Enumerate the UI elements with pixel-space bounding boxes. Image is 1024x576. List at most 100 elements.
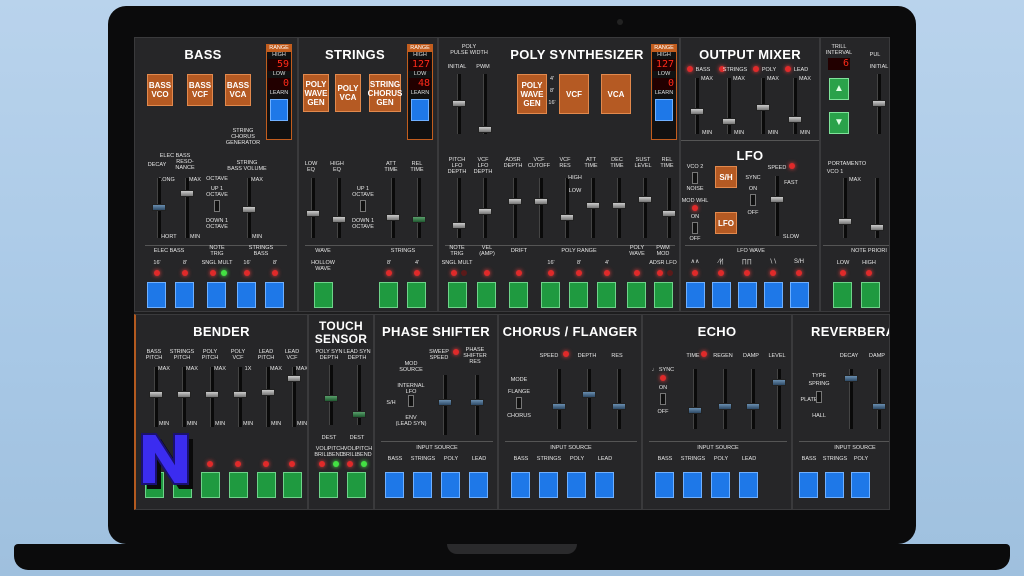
reverb-type-switch[interactable]: [816, 391, 822, 403]
lfo-speed-slider[interactable]: [770, 176, 784, 236]
poly-param-slider[interactable]: [478, 178, 492, 238]
reverb-input-pad[interactable]: [799, 472, 818, 498]
echo-sync-switch[interactable]: [660, 393, 666, 405]
phase-res-slider[interactable]: [470, 375, 484, 435]
lfo-wave-pad[interactable]: [764, 282, 783, 308]
slider-knob[interactable]: [324, 395, 338, 402]
portamento-slider[interactable]: [838, 178, 852, 238]
reverb-input-pad[interactable]: [825, 472, 844, 498]
slider-knob[interactable]: [746, 403, 760, 410]
chorus-input-pad[interactable]: [511, 472, 530, 498]
sweep-speed-slider[interactable]: [438, 375, 452, 435]
bender-pad[interactable]: [229, 472, 248, 498]
rel-time-slider[interactable]: [412, 178, 426, 238]
phase-input-pad[interactable]: [385, 472, 404, 498]
slider-knob[interactable]: [233, 391, 247, 398]
slider-knob[interactable]: [688, 407, 702, 414]
slider-knob[interactable]: [722, 118, 736, 125]
mixer-channel-slider[interactable]: [788, 78, 802, 134]
att-time-slider[interactable]: [386, 178, 400, 238]
slider-knob[interactable]: [306, 210, 320, 217]
slider-knob[interactable]: [287, 375, 301, 382]
poly-param-slider[interactable]: [452, 178, 466, 238]
poly-param-slider[interactable]: [638, 178, 652, 238]
trill-up-button[interactable]: ▲: [829, 78, 849, 100]
echo-time-slider[interactable]: [688, 369, 702, 429]
bender-slider[interactable]: [287, 367, 301, 427]
echo-input-pad[interactable]: [739, 472, 758, 498]
mixer-channel-slider[interactable]: [756, 78, 770, 134]
bass-16-pad[interactable]: [147, 282, 166, 308]
trill-down-button[interactable]: ▼: [829, 112, 849, 134]
poly-param-slider[interactable]: [508, 178, 522, 238]
poly-4-pad[interactable]: [597, 282, 616, 308]
initial-slider[interactable]: [452, 74, 466, 134]
poly-16-pad[interactable]: [541, 282, 560, 308]
octave-switch[interactable]: [214, 200, 220, 212]
reverb-decay-slider[interactable]: [844, 369, 858, 429]
phase-input-pad[interactable]: [441, 472, 460, 498]
note-trig-pad[interactable]: [448, 282, 467, 308]
bender-slider[interactable]: [261, 367, 275, 427]
slider-knob[interactable]: [638, 196, 652, 203]
slider-knob[interactable]: [582, 391, 596, 398]
bass-8-pad[interactable]: [175, 282, 194, 308]
echo-regen-slider[interactable]: [718, 369, 732, 429]
slider-knob[interactable]: [788, 116, 802, 123]
echo-input-pad[interactable]: [711, 472, 730, 498]
mod-source-switch[interactable]: [408, 395, 414, 407]
slider-knob[interactable]: [770, 196, 784, 203]
octave-switch[interactable]: [360, 200, 366, 212]
slider-knob[interactable]: [412, 216, 426, 223]
note-priority-high-pad[interactable]: [861, 282, 880, 308]
vco2-noise-switch[interactable]: [692, 172, 698, 184]
echo-input-pad[interactable]: [683, 472, 702, 498]
echo-level-slider[interactable]: [772, 369, 786, 429]
slider-knob[interactable]: [452, 222, 466, 229]
reverb-damp-slider[interactable]: [872, 369, 886, 429]
slider-knob[interactable]: [261, 389, 275, 396]
poly-learn-button[interactable]: [655, 99, 673, 121]
drift-pad[interactable]: [509, 282, 528, 308]
slider-knob[interactable]: [872, 403, 886, 410]
vel-amp-pad[interactable]: [477, 282, 496, 308]
poly-param-slider[interactable]: [534, 178, 548, 238]
poly-param-slider[interactable]: [586, 178, 600, 238]
slider-knob[interactable]: [352, 411, 366, 418]
slider-knob[interactable]: [205, 391, 219, 398]
bender-pad[interactable]: [201, 472, 220, 498]
bender-slider[interactable]: [149, 367, 163, 427]
bender-slider[interactable]: [233, 367, 247, 427]
slider-knob[interactable]: [756, 104, 770, 111]
strings-8-pad[interactable]: [379, 282, 398, 308]
slider-knob[interactable]: [438, 399, 452, 406]
lfo-wave-pad[interactable]: [790, 282, 809, 308]
lfo-wave-pad[interactable]: [712, 282, 731, 308]
chorus-depth-slider[interactable]: [582, 369, 596, 429]
decay-slider[interactable]: [152, 178, 166, 238]
poly-param-slider[interactable]: [612, 178, 626, 238]
slider-knob[interactable]: [552, 403, 566, 410]
slider-knob[interactable]: [586, 202, 600, 209]
poly-param-slider[interactable]: [662, 178, 676, 238]
slider-knob[interactable]: [772, 379, 786, 386]
poly-wave-pad[interactable]: [627, 282, 646, 308]
slider-knob[interactable]: [662, 210, 676, 217]
echo-input-pad[interactable]: [655, 472, 674, 498]
mixer-channel-slider[interactable]: [690, 78, 704, 134]
pwm-mod-pad[interactable]: [654, 282, 673, 308]
sync-switch[interactable]: [750, 194, 756, 206]
slider-knob[interactable]: [718, 403, 732, 410]
slider-knob[interactable]: [838, 218, 852, 225]
chorus-input-pad[interactable]: [539, 472, 558, 498]
resonance-slider[interactable]: [180, 178, 194, 238]
slider-knob[interactable]: [560, 214, 574, 221]
note-priority-low-pad[interactable]: [833, 282, 852, 308]
note-trig-pad[interactable]: [207, 282, 226, 308]
lfo-wave-pad[interactable]: [686, 282, 705, 308]
strings-4-pad[interactable]: [407, 282, 426, 308]
slider-knob[interactable]: [478, 126, 492, 133]
pulse-initial-slider[interactable]: [872, 74, 886, 134]
mod-whl-switch[interactable]: [692, 222, 698, 234]
slider-knob[interactable]: [844, 375, 858, 382]
